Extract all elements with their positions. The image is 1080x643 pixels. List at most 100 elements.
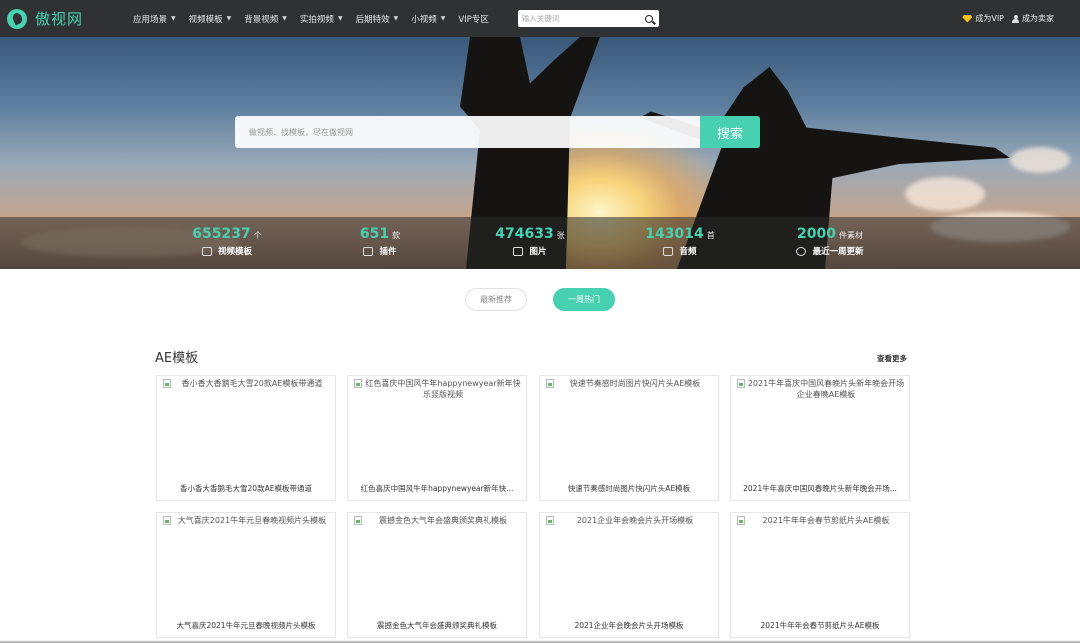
nav-account-links: 成为VIP 成为卖家 — [962, 13, 1054, 24]
clock-icon — [796, 246, 807, 256]
template-card[interactable]: 2021牛年年会春节剪纸片头AE模板 2021牛年年会春节剪纸片头AE模板 — [730, 512, 910, 638]
caret-down-icon: ▼ — [440, 15, 446, 22]
template-card[interactable]: 2021牛年喜庆中国风春晚片头新年晚会开场企业春晚AE模板 2021牛年喜庆中国… — [730, 375, 910, 501]
template-card[interactable]: 大气喜庆2021牛年元旦春晚视频片头模板 大气喜庆2021牛年元旦春晚视频片头模… — [156, 512, 336, 638]
search-icon[interactable] — [644, 14, 653, 23]
thumbnail-alt-text: 大气喜庆2021牛年元旦春晚视频片头模板 — [177, 516, 327, 525]
section-title: AE模板 — [155, 351, 199, 366]
thumbnail-alt-text: 快速节奏感时尚图片快闪片头AE模板 — [569, 379, 701, 388]
card-title[interactable]: 2021企业年会晚会片头开场模板 — [546, 620, 712, 631]
card-thumbnail[interactable]: 2021牛年年会春节剪纸片头AE模板 — [737, 515, 905, 526]
top-nav: 傲视网 应用场景 ▼ 视频模板 ▼ 背景视频 ▼ 实拍视频 ▼ 后期特效 ▼ 小视频 ▼ V… — [0, 0, 1080, 37]
thumbnail-alt-text: 震撼金色大气年会盛典颁奖典礼模板 — [379, 516, 507, 525]
user-icon — [1012, 14, 1019, 23]
stat-number: 2000 — [797, 226, 836, 242]
caret-down-icon: ▼ — [393, 15, 399, 22]
card-thumbnail[interactable]: 大气喜庆2021牛年元旦春晚视频片头模板 — [163, 515, 331, 526]
broken-image-icon — [354, 516, 362, 525]
stat-unit: 个 — [253, 231, 262, 240]
thumbnail-alt-text: 香小香大香鹅毛大雪20款AE模板带通道 — [181, 379, 323, 388]
image-icon — [513, 246, 524, 256]
stat-label: 插件 — [379, 247, 397, 257]
logo-icon — [7, 8, 27, 29]
caret-down-icon: ▼ — [282, 15, 287, 22]
stat-unit: 张 — [556, 231, 565, 240]
card-title[interactable]: 2021牛年年会春节剪纸片头AE模板 — [737, 620, 903, 631]
menu-item-video-templates[interactable]: 视频模板 ▼ — [189, 13, 232, 25]
stat-images[interactable]: 474633 张 图片 — [455, 226, 605, 257]
caret-down-icon: ▼ — [171, 15, 176, 22]
thumbnail-alt-text: 红色喜庆中国风牛年happynewyear新年快乐竖版视频 — [365, 379, 521, 399]
hero-search-input[interactable] — [235, 116, 700, 148]
stat-unit: 首 — [706, 231, 715, 240]
hero-search-box: 搜索 — [235, 116, 760, 148]
card-thumbnail[interactable]: 快速节奏感时尚图片快闪片头AE模板 — [546, 378, 714, 389]
stat-unit: 款 — [392, 231, 401, 240]
stat-number: 143014 — [645, 226, 704, 242]
card-title[interactable]: 大气喜庆2021牛年元旦春晚视频片头模板 — [163, 620, 329, 631]
view-more-link[interactable]: 查看更多 — [877, 353, 907, 364]
hero-search-button[interactable]: 搜索 — [700, 116, 760, 148]
logo[interactable]: 傲视网 — [7, 8, 117, 29]
menu-item-scenes[interactable]: 应用场景 ▼ — [133, 13, 176, 25]
stat-unit: 件素材 — [838, 231, 863, 240]
template-card[interactable]: 香小香大香鹅毛大雪20款AE模板带通道 香小香大香鹅毛大雪20款AE模板带通道 — [156, 375, 336, 501]
nav-search-input[interactable] — [521, 14, 632, 23]
tab-latest[interactable]: 最新推荐 — [465, 288, 527, 311]
become-vip-label: 成为VIP — [975, 14, 1004, 23]
menu-label: 背景视频 — [244, 14, 279, 25]
become-seller-link[interactable]: 成为卖家 — [1012, 13, 1054, 24]
card-thumbnail[interactable]: 2021牛年喜庆中国风春晚片头新年晚会开场企业春晚AE模板 — [737, 378, 905, 400]
template-card[interactable]: 2021企业年会晚会片头开场模板 2021企业年会晚会片头开场模板 — [539, 512, 719, 638]
template-card[interactable]: 震撼金色大气年会盛典颁奖典礼模板 震撼金色大气年会盛典颁奖典礼模板 — [347, 512, 527, 638]
broken-image-icon — [737, 379, 745, 388]
card-title[interactable]: 震撼金色大气年会盛典颁奖典礼模板 — [354, 620, 520, 631]
card-title[interactable]: 红色喜庆中国风牛年happynewyear新年快... — [354, 483, 520, 494]
cloud-decoration — [1010, 147, 1070, 173]
menu-label: 实拍视频 — [299, 14, 334, 25]
menu-item-post-effects[interactable]: 后期特效 ▼ — [356, 13, 399, 25]
card-thumbnail[interactable]: 香小香大香鹅毛大雪20款AE模板带通道 — [163, 378, 331, 389]
page: 傲视网 应用场景 ▼ 视频模板 ▼ 背景视频 ▼ 实拍视频 ▼ 后期特效 ▼ 小视频 ▼ V… — [0, 0, 1080, 643]
card-thumbnail[interactable]: 红色喜庆中国风牛年happynewyear新年快乐竖版视频 — [354, 378, 522, 400]
menu-item-background-video[interactable]: 背景视频 ▼ — [244, 13, 287, 25]
menu-item-live-footage[interactable]: 实拍视频 ▼ — [300, 13, 343, 25]
filter-tabs: 最新推荐 一周热门 — [0, 288, 1080, 311]
stat-weekly-updates[interactable]: 2000 件素材 最近一周更新 — [755, 226, 905, 257]
stats-bar: 655237 个 视频模板 651 款 插件 474633 张 图片 143014 首 … — [0, 217, 1080, 269]
card-thumbnail[interactable]: 2021企业年会晚会片头开场模板 — [546, 515, 714, 526]
stat-video-templates[interactable]: 655237 个 视频模板 — [152, 226, 302, 257]
become-seller-label: 成为卖家 — [1022, 14, 1054, 23]
tab-weekly-hot[interactable]: 一周热门 — [553, 288, 615, 311]
card-title[interactable]: 香小香大香鹅毛大雪20款AE模板带通道 — [163, 483, 329, 494]
menu-label: VIP专区 — [458, 14, 489, 25]
broken-image-icon — [546, 516, 554, 525]
broken-image-icon — [737, 516, 745, 525]
menu-item-vip-zone[interactable]: VIP专区 — [458, 13, 488, 25]
stat-label: 视频模板 — [217, 247, 252, 257]
menu-label: 应用场景 — [133, 14, 168, 25]
thumbnail-alt-text: 2021企业年会晚会片头开场模板 — [576, 516, 694, 525]
template-card[interactable]: 快速节奏感时尚图片快闪片头AE模板 快速节奏感时尚图片快闪片头AE模板 — [539, 375, 719, 501]
template-card[interactable]: 红色喜庆中国风牛年happynewyear新年快乐竖版视频 红色喜庆中国风牛年h… — [347, 375, 527, 501]
stat-label: 音频 — [679, 247, 697, 257]
caret-down-icon: ▼ — [337, 15, 343, 22]
stat-number: 655237 — [192, 226, 251, 242]
card-title[interactable]: 2021牛年喜庆中国风春晚片头新年晚会开场... — [737, 483, 903, 494]
broken-image-icon — [163, 379, 171, 388]
broken-image-icon — [163, 516, 171, 525]
become-vip-link[interactable]: 成为VIP — [962, 13, 1004, 24]
menu-label: 后期特效 — [355, 14, 390, 25]
caret-down-icon: ▼ — [226, 15, 232, 22]
thumbnail-alt-text: 2021牛年年会春节剪纸片头AE模板 — [762, 516, 890, 525]
main-menu: 应用场景 ▼ 视频模板 ▼ 背景视频 ▼ 实拍视频 ▼ 后期特效 ▼ 小视频 ▼ VIP专区 — [133, 13, 502, 25]
music-icon — [663, 246, 674, 256]
card-title[interactable]: 快速节奏感时尚图片快闪片头AE模板 — [546, 483, 712, 494]
broken-image-icon — [354, 379, 362, 388]
stat-label: 图片 — [529, 247, 547, 257]
menu-item-short-video[interactable]: 小视频 ▼ — [411, 13, 445, 25]
stat-audio[interactable]: 143014 首 音频 — [605, 226, 755, 257]
card-thumbnail[interactable]: 震撼金色大气年会盛典颁奖典礼模板 — [354, 515, 522, 526]
hero-banner: 搜索 655237个 视频模板 651款 插件 474633张 图片 14301… — [0, 37, 1080, 269]
stat-plugins[interactable]: 651 款 插件 — [305, 226, 455, 257]
